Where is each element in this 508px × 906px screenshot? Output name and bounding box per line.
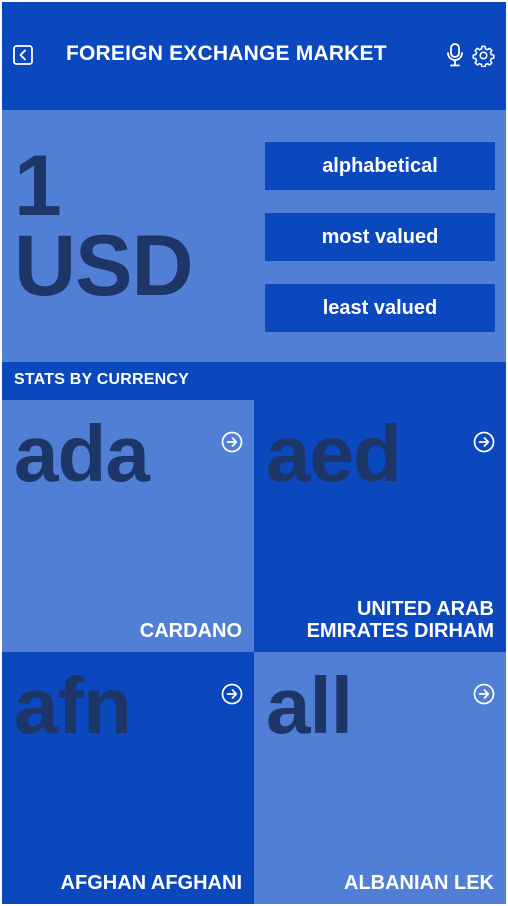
base-currency-panel: 1 USD alphabetical most valued least val… xyxy=(2,110,506,362)
base-currency-code: USD xyxy=(14,218,194,314)
currency-tile-ada[interactable]: ada CARDANO xyxy=(2,400,254,652)
app-frame: FOREIGN EXCHANGE MARKET 1 USD alphabetic… xyxy=(2,2,506,904)
voice-search-button[interactable] xyxy=(444,43,466,67)
mic-icon xyxy=(447,43,463,67)
base-amount: 1 USD xyxy=(14,138,194,314)
currency-code: all xyxy=(266,661,353,750)
arrow-right-circle-icon xyxy=(473,683,495,705)
sort-alphabetical-button[interactable]: alphabetical xyxy=(265,142,495,190)
currency-name: ALBANIAN LEK xyxy=(344,872,494,894)
app-header: FOREIGN EXCHANGE MARKET xyxy=(2,2,506,109)
arrow-right-circle-icon xyxy=(473,431,495,453)
currency-tile-all[interactable]: all ALBANIAN LEK xyxy=(254,652,506,904)
back-icon xyxy=(13,45,33,65)
currency-name: UNITED ARAB EMIRATES DIRHAM xyxy=(306,598,494,642)
base-amount-value: 1 xyxy=(14,138,62,234)
page-title: FOREIGN EXCHANGE MARKET xyxy=(66,42,387,65)
currency-code: ada xyxy=(14,409,150,498)
arrow-right-circle-icon xyxy=(221,431,243,453)
currency-code: aed xyxy=(266,409,402,498)
settings-button[interactable] xyxy=(472,44,495,67)
gear-icon xyxy=(472,45,495,67)
section-title: STATS BY CURRENCY xyxy=(14,371,189,388)
currency-code: afn xyxy=(14,661,132,750)
back-button[interactable] xyxy=(13,45,33,65)
currency-tile-afn[interactable]: afn AFGHAN AFGHANI xyxy=(2,652,254,904)
currency-tile-aed[interactable]: aed UNITED ARAB EMIRATES DIRHAM xyxy=(254,400,506,652)
sort-most-valued-button[interactable]: most valued xyxy=(265,213,495,261)
currency-grid: ada CARDANO aed UNITED ARAB EMIRATES DIR… xyxy=(2,400,506,904)
sort-least-valued-button[interactable]: least valued xyxy=(265,284,495,332)
currency-name: AFGHAN AFGHANI xyxy=(60,872,242,894)
arrow-right-circle-icon xyxy=(221,683,243,705)
currency-name: CARDANO xyxy=(139,620,242,642)
